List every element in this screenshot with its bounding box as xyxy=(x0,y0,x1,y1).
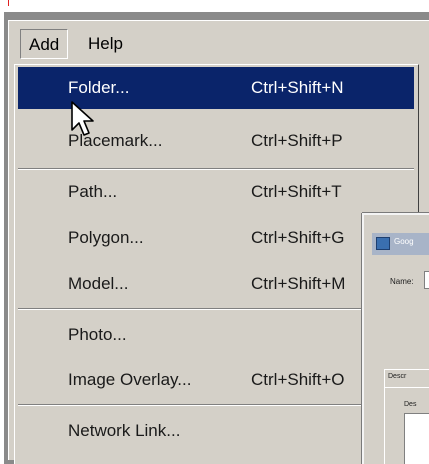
tab-description-label: Descr xyxy=(388,373,407,380)
new-folder-dialog: Goog Name: Descr Des xyxy=(362,213,429,464)
menu-item-label: Model... xyxy=(68,274,129,293)
description-field[interactable] xyxy=(404,413,429,464)
dialog-title: Goog xyxy=(394,237,414,246)
name-field[interactable] xyxy=(424,271,429,289)
menu-item-label: Photo... xyxy=(68,325,127,344)
menu-item-label: Image Overlay... xyxy=(68,370,192,389)
menu-item-polygon[interactable]: Polygon... Ctrl+Shift+G xyxy=(18,217,414,259)
menu-item-model[interactable]: Model... Ctrl+Shift+M xyxy=(18,263,414,305)
menu-separator xyxy=(18,404,414,406)
menu-item-shortcut: Ctrl+Shift+T xyxy=(251,182,342,201)
menu-item-shortcut: Ctrl+Shift+G xyxy=(251,228,345,247)
menu-item-image-overlay[interactable]: Image Overlay... Ctrl+Shift+O xyxy=(18,359,414,401)
menu-item-label: Polygon... xyxy=(68,228,144,247)
menu-separator xyxy=(18,168,414,170)
menu-item-photo[interactable]: Photo... xyxy=(18,314,414,356)
menu-item-label: Folder... xyxy=(68,78,130,97)
menu-bar: Add Help xyxy=(14,27,429,63)
menu-item-label: Path... xyxy=(68,182,118,201)
description-label: Des xyxy=(404,401,417,408)
menu-item-network-link[interactable]: Network Link... xyxy=(18,410,414,452)
menu-add[interactable]: Add xyxy=(20,29,69,59)
menu-item-shortcut: Ctrl+Shift+O xyxy=(251,370,345,389)
name-label: Name: xyxy=(390,277,414,286)
screenshot-stage: Add Help Folder... Ctrl+Shift+N Placemar… xyxy=(0,0,429,464)
menu-item-label: Network Link... xyxy=(68,421,181,440)
menu-item-shortcut: Ctrl+Shift+N xyxy=(251,78,344,97)
menu-separator xyxy=(18,308,414,310)
menu-item-path[interactable]: Path... Ctrl+Shift+T xyxy=(18,171,414,213)
menu-item-shortcut: Ctrl+Shift+M xyxy=(251,274,346,293)
menu-help[interactable]: Help xyxy=(80,29,131,59)
arrow-cursor-icon xyxy=(71,101,94,136)
app-icon xyxy=(376,237,390,250)
menu-item-shortcut: Ctrl+Shift+P xyxy=(251,131,343,150)
red-mark xyxy=(8,0,9,6)
